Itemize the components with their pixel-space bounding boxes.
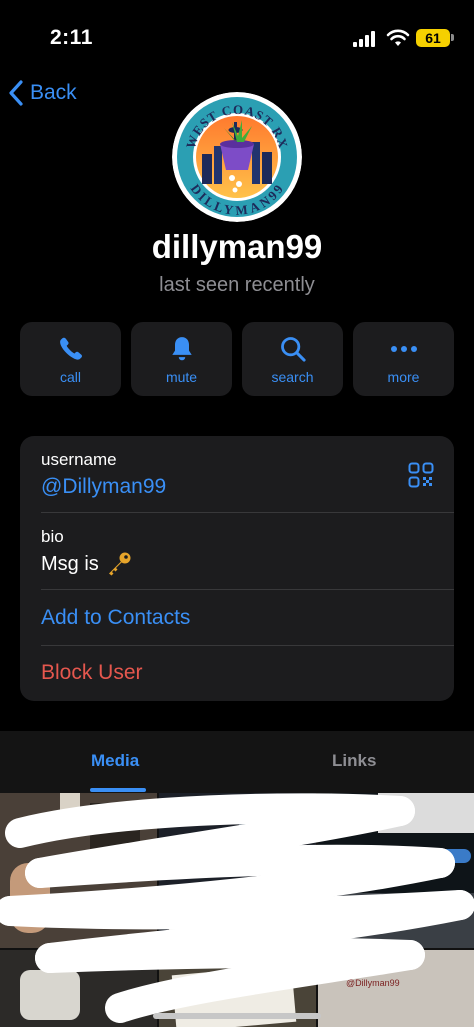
bell-icon <box>171 337 192 361</box>
profile-status: last seen recently <box>159 274 315 296</box>
key-icon <box>108 552 131 576</box>
mute-button[interactable]: mute <box>131 322 232 396</box>
status-bar: 2:11 61 <box>0 0 474 70</box>
avatar[interactable]: WEST COAST RX DILLYMAN99 <box>172 92 302 222</box>
search-icon <box>280 337 306 362</box>
back-button[interactable]: Back <box>8 76 77 110</box>
active-tab-indicator <box>90 788 146 792</box>
action-buttons: call mute search more <box>20 322 454 396</box>
bio-caption: bio <box>41 527 64 546</box>
tab-links[interactable]: Links <box>332 751 376 771</box>
add-to-contacts-button[interactable]: Add to Contacts <box>41 606 454 630</box>
home-indicator[interactable] <box>153 1013 321 1019</box>
call-button[interactable]: call <box>20 322 121 396</box>
call-label: call <box>59 369 81 385</box>
divider <box>41 512 454 513</box>
info-card: username @Dillyman99 bio Msg is Add to C… <box>20 436 454 701</box>
media-grid: bulk orders. PROTECT THIS Thanks g Okay … <box>0 793 474 1027</box>
cellular-signal-icon <box>353 31 379 47</box>
battery-tip <box>451 34 454 41</box>
username-caption: username <box>41 450 117 469</box>
profile-name: dillyman99 <box>151 228 323 265</box>
username-value[interactable]: @Dillyman99 <box>41 475 454 499</box>
avatar-logo: WEST COAST RX DILLYMAN99 <box>172 92 302 222</box>
back-label: Back <box>30 81 77 104</box>
ellipsis-icon <box>390 346 417 352</box>
media-tabs: Media Links <box>0 731 474 793</box>
chevron-left-icon <box>9 80 23 106</box>
phone-icon <box>59 337 82 360</box>
more-label: more <box>387 369 420 385</box>
search-button[interactable]: search <box>242 322 343 396</box>
divider <box>41 589 454 590</box>
battery-icon: 61 <box>416 29 450 47</box>
tab-media[interactable]: Media <box>91 751 139 771</box>
block-user-button[interactable]: Block User <box>41 661 454 685</box>
divider <box>41 645 454 646</box>
username-row[interactable]: username @Dillyman99 <box>41 450 454 499</box>
more-button[interactable]: more <box>353 322 454 396</box>
status-time: 2:11 <box>50 26 93 49</box>
mute-label: mute <box>165 369 198 385</box>
redaction-scribble <box>0 793 474 1023</box>
bio-text: Msg is <box>41 552 99 575</box>
search-label: search <box>271 369 314 385</box>
qr-code-icon[interactable] <box>408 462 434 488</box>
bio-row: bio Msg is <box>41 527 454 576</box>
wifi-icon <box>386 29 410 46</box>
bio-value: Msg is <box>41 552 454 576</box>
